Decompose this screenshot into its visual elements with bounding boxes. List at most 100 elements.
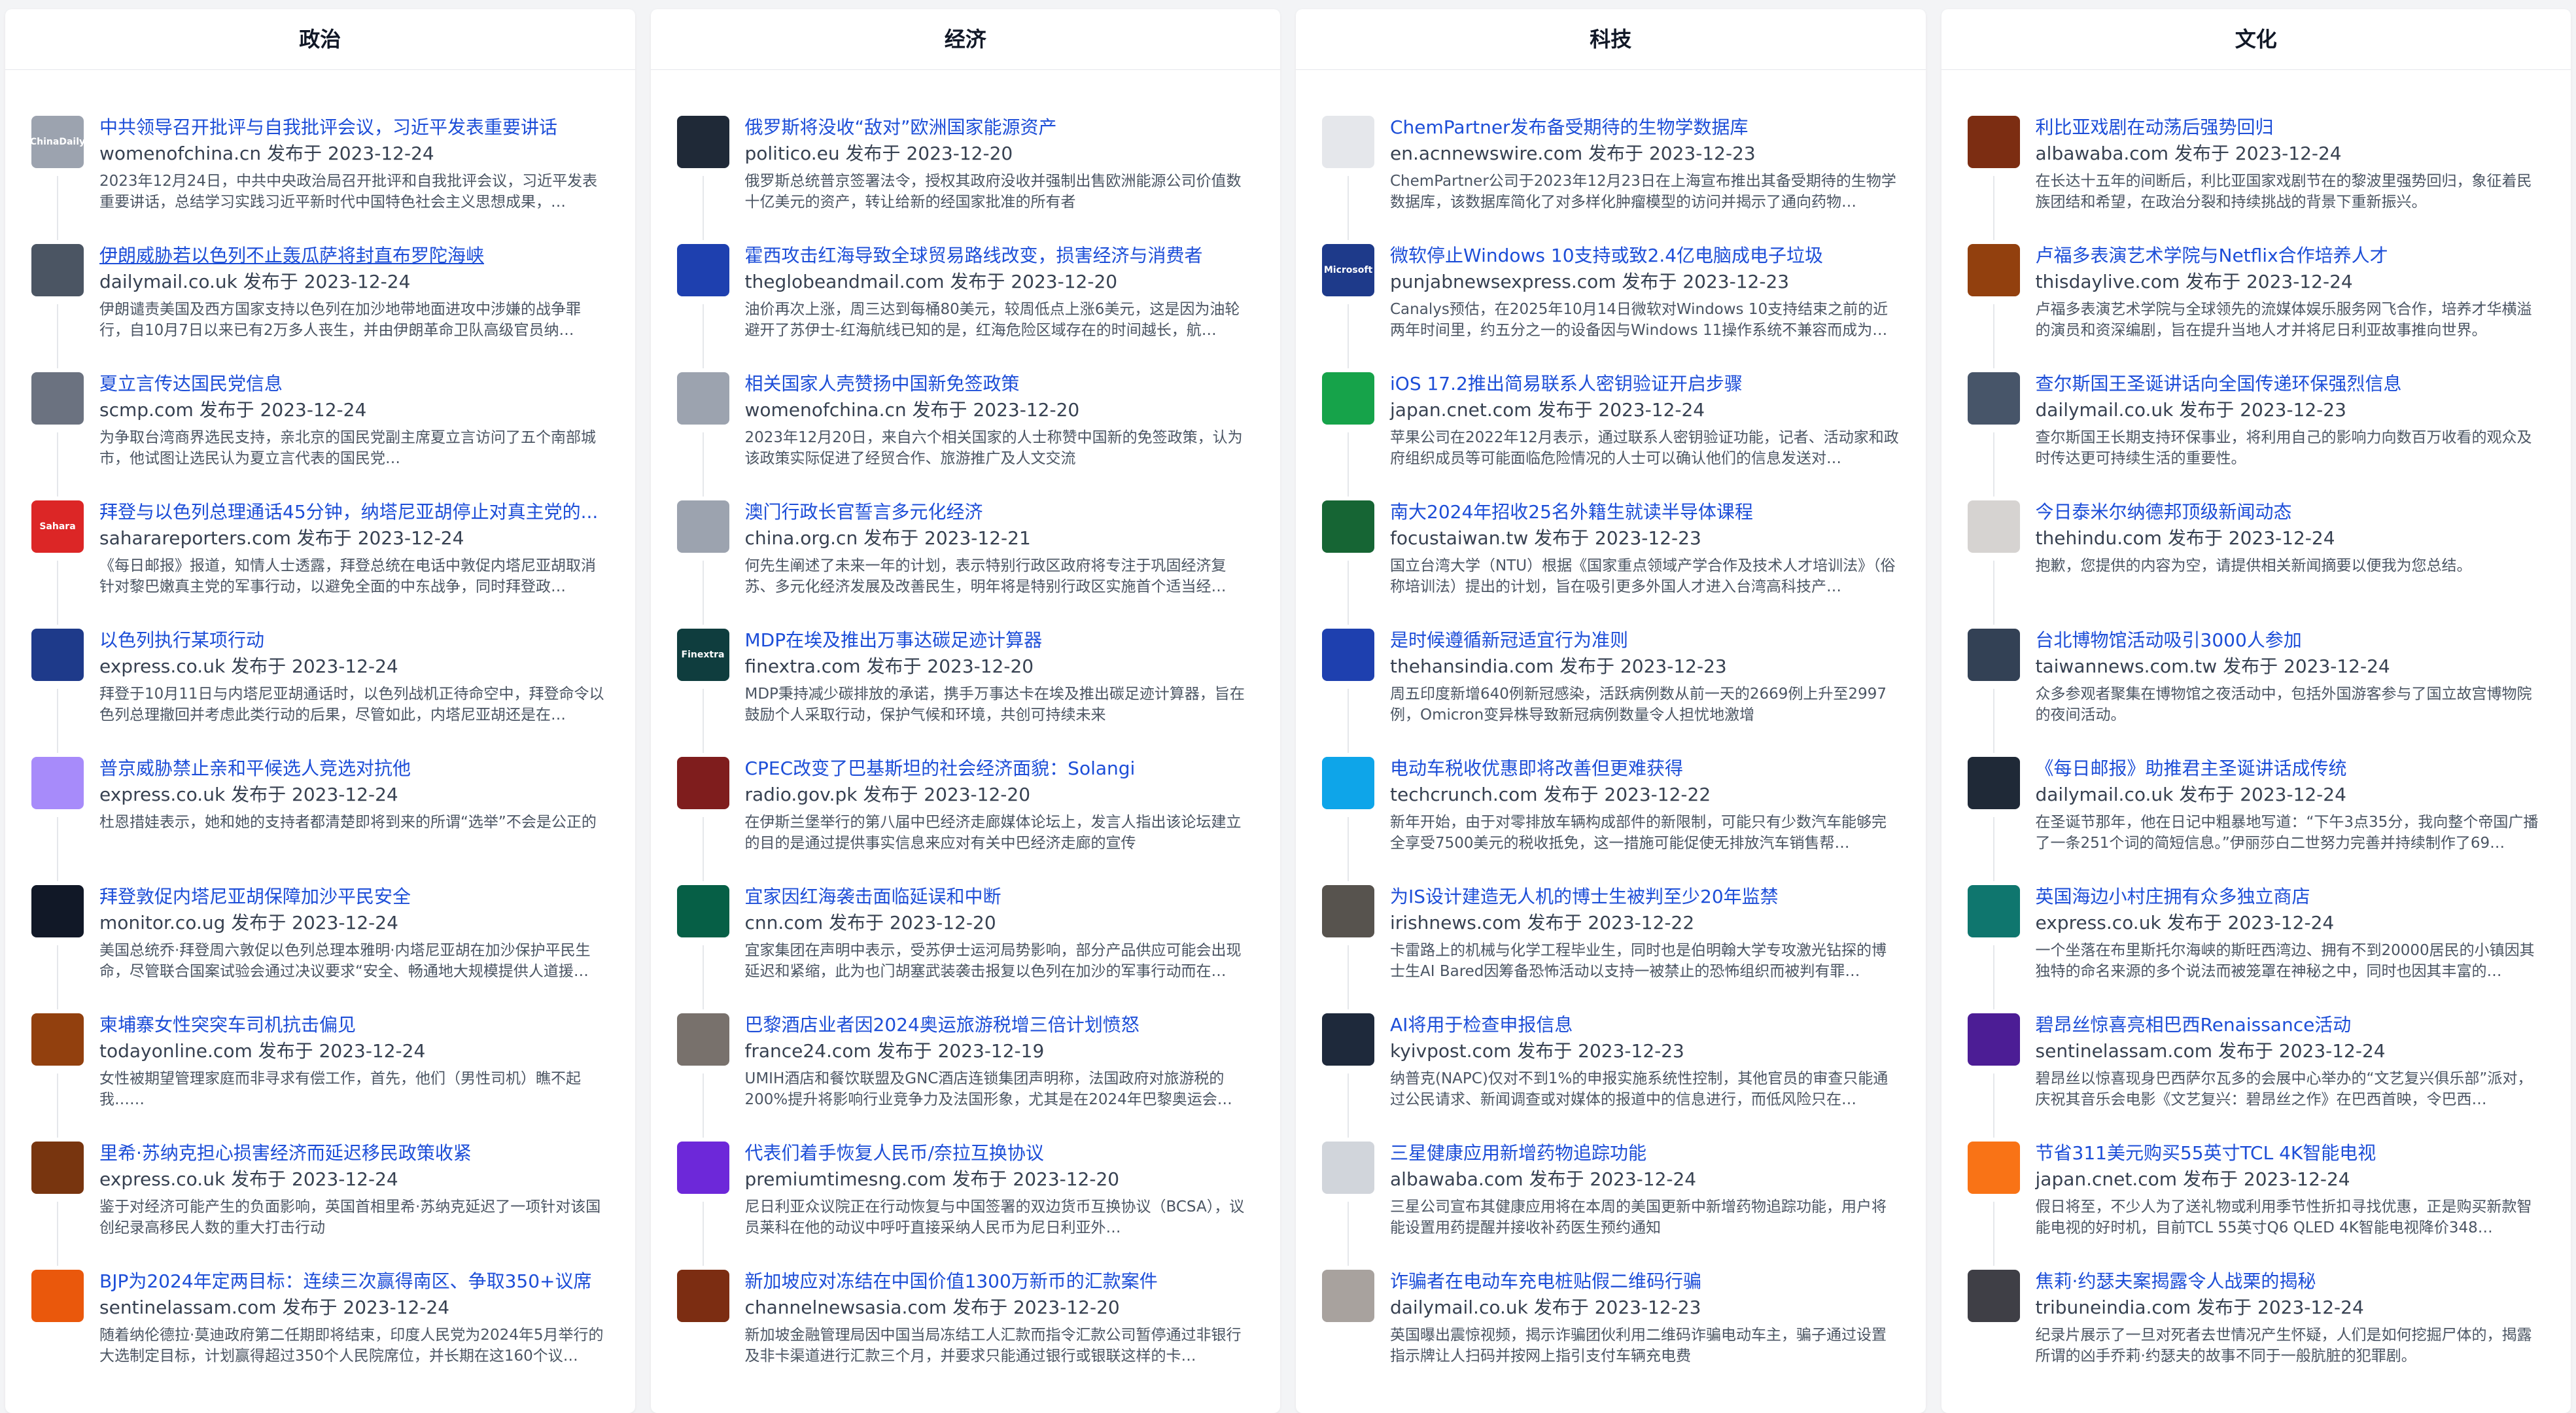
news-title-link[interactable]: AI将用于检查申报信息 xyxy=(1390,1013,1900,1037)
news-item: 里希·苏纳克担心损害经济而延迟移民政策收紧 express.co.uk 发布于 2… xyxy=(31,1142,609,1270)
published-prefix: 发布于 xyxy=(243,271,298,292)
news-date: 2023-12-21 xyxy=(924,527,1031,549)
news-title-link[interactable]: ChemPartner发布备受期待的生物学数据库 xyxy=(1390,116,1900,139)
news-title-link[interactable]: 代表们着手恢复人民币/奈拉互换协议 xyxy=(745,1142,1255,1165)
news-thumbnail[interactable] xyxy=(676,372,729,425)
news-thumbnail[interactable] xyxy=(1322,1270,1374,1322)
news-thumbnail[interactable] xyxy=(676,500,729,553)
thumbnail-wrap xyxy=(1967,757,2020,885)
news-title-link[interactable]: 拜登敦促内塔尼亚胡保障加沙平民安全 xyxy=(99,885,609,909)
news-title-link[interactable]: 节省311美元购买55英寸TCL 4K智能电视 xyxy=(2036,1142,2545,1165)
news-title-link[interactable]: 拜登与以色列总理通话45分钟，纳塔尼亚胡停止对真主党的... xyxy=(99,500,609,524)
news-title-link[interactable]: 里希·苏纳克担心损害经济而延迟移民政策收紧 xyxy=(99,1142,609,1165)
news-title-link[interactable]: 电动车税收优惠即将改善但更难获得 xyxy=(1390,757,1900,780)
news-thumbnail[interactable] xyxy=(31,1270,84,1322)
news-thumbnail[interactable] xyxy=(1322,757,1374,809)
news-title-link[interactable]: 南大2024年招收25名外籍生就读半导体课程 xyxy=(1390,500,1900,524)
news-title-link[interactable]: 宜家因红海袭击面临延误和中断 xyxy=(745,885,1255,909)
news-thumbnail[interactable] xyxy=(676,1142,729,1194)
news-title-link[interactable]: 《每日邮报》助推君主圣诞讲话成传统 xyxy=(2036,757,2545,780)
news-title-link[interactable]: 中共领导召开批评与自我批评会议，习近平发表重要讲话 xyxy=(99,116,609,139)
news-title-link[interactable]: 查尔斯国王圣诞讲话向全国传递环保强烈信息 xyxy=(2036,372,2545,396)
news-title-link[interactable]: MDP在埃及推出万事达碳足迹计算器 xyxy=(745,629,1255,652)
news-meta: monitor.co.ug 发布于 2023-12-24 xyxy=(99,910,609,936)
news-thumbnail[interactable]: ChinaDaily xyxy=(31,116,84,168)
news-summary: 在长达十五年的间断后，利比亚国家戏剧节在的黎波里强势回归，象征着民族团结和希望，… xyxy=(2035,173,2532,211)
news-title-link[interactable]: 俄罗斯将没收“敌对”欧洲国家能源资产 xyxy=(745,116,1255,139)
news-title-link[interactable]: 柬埔寨女性突突车司机抗击偏见 xyxy=(99,1013,609,1037)
news-title-link[interactable]: 台北博物馆活动吸引3000人参加 xyxy=(2036,629,2545,652)
news-title-link[interactable]: 诈骗者在电动车充电桩贴假二维码行骗 xyxy=(1390,1270,1900,1293)
news-title-link[interactable]: 焦莉·约瑟夫案揭露令人战栗的揭秘 xyxy=(2036,1270,2545,1293)
news-thumbnail[interactable]: Sahara xyxy=(31,500,84,553)
news-thumbnail[interactable] xyxy=(31,629,84,681)
news-thumbnail[interactable] xyxy=(1967,244,2020,296)
news-thumbnail[interactable] xyxy=(1967,885,2020,937)
news-date: 2023-12-20 xyxy=(924,784,1031,805)
news-thumbnail[interactable]: Finextra xyxy=(676,629,729,681)
news-thumbnail[interactable] xyxy=(31,757,84,809)
news-thumbnail[interactable]: Microsoft xyxy=(1322,244,1374,296)
news-thumbnail[interactable] xyxy=(1322,116,1374,168)
news-title-link[interactable]: CPEC改变了巴基斯坦的社会经济面貌：Solangi xyxy=(745,757,1255,780)
news-title-link[interactable]: 霍西攻击红海导致全球贸易路线改变，损害经济与消费者 xyxy=(745,244,1255,268)
news-title-link[interactable]: 利比亚戏剧在动荡后强势回归 xyxy=(2036,116,2545,139)
news-source: scmp.com xyxy=(99,399,194,421)
news-title-link[interactable]: 为IS设计建造无人机的博士生被判至少20年监禁 xyxy=(1390,885,1900,909)
news-thumbnail[interactable] xyxy=(1322,885,1374,937)
news-meta: finextra.com 发布于 2023-12-20 xyxy=(745,654,1255,680)
news-thumbnail[interactable] xyxy=(676,1013,729,1066)
news-thumbnail[interactable] xyxy=(1322,1142,1374,1194)
news-item: CPEC改变了巴基斯坦的社会经济面貌：Solangi radio.gov.pk 发… xyxy=(676,757,1255,885)
news-thumbnail[interactable] xyxy=(1967,1013,2020,1066)
news-title-link[interactable]: 巴黎酒店业者因2024奥运旅游税增三倍计划愤怒 xyxy=(745,1013,1255,1037)
news-thumbnail[interactable] xyxy=(1322,500,1374,553)
news-title-link[interactable]: 普京威胁禁止亲和平候选人竞选对抗他 xyxy=(99,757,609,780)
news-thumbnail[interactable] xyxy=(31,372,84,425)
news-thumbnail[interactable] xyxy=(1322,372,1374,425)
news-thumbnail[interactable] xyxy=(676,885,729,937)
news-source: womenofchina.cn xyxy=(744,399,907,421)
news-source: express.co.uk xyxy=(2035,912,2161,933)
news-thumbnail[interactable] xyxy=(676,1270,729,1322)
news-title-link[interactable]: 是时候遵循新冠适宜行为准则 xyxy=(1390,629,1900,652)
news-title-link[interactable]: 碧昂丝惊喜亮相巴西Renaissance活动 xyxy=(2036,1013,2545,1037)
news-title-link[interactable]: 英国海边小村庄拥有众多独立商店 xyxy=(2036,885,2545,909)
news-title-link[interactable]: iOS 17.2推出简易联系人密钥验证开启步骤 xyxy=(1390,372,1900,396)
news-thumbnail[interactable] xyxy=(676,244,729,296)
news-thumbnail[interactable] xyxy=(676,757,729,809)
news-thumbnail[interactable] xyxy=(31,1013,84,1066)
news-title-link[interactable]: 以色列执行某项行动 xyxy=(99,629,609,652)
news-thumbnail[interactable] xyxy=(1967,1142,2020,1194)
news-thumbnail[interactable] xyxy=(1967,757,2020,809)
news-title-link[interactable]: 伊朗威胁若以色列不止轰瓜萨将封直布罗陀海峡 xyxy=(99,244,609,268)
news-title-link[interactable]: 夏立言传达国民党信息 xyxy=(99,372,609,396)
news-thumbnail[interactable] xyxy=(1967,116,2020,168)
column-title: 文化 xyxy=(1941,9,2571,70)
news-thumbnail[interactable] xyxy=(1967,500,2020,553)
news-thumbnail[interactable] xyxy=(31,885,84,937)
thumbnail-wrap: ChinaDaily xyxy=(31,116,84,244)
news-title-link[interactable]: 澳门行政长官誓言多元化经济 xyxy=(745,500,1255,524)
news-summary: 卢福多表演艺术学院与全球领先的流媒体娱乐服务网飞合作，培养才华横溢的演员和资深编… xyxy=(2035,301,2532,339)
news-thumbnail[interactable] xyxy=(1967,372,2020,425)
news-thumbnail[interactable] xyxy=(31,1142,84,1194)
news-source: china.org.cn xyxy=(744,527,858,549)
news-thumbnail[interactable] xyxy=(31,244,84,296)
news-thumbnail[interactable] xyxy=(1322,629,1374,681)
news-title-link[interactable]: 相关国家人壳赞扬中国新免签政策 xyxy=(745,372,1255,396)
news-title-link[interactable]: 今日泰米尔纳德邦顶级新闻动态 xyxy=(2036,500,2545,524)
news-thumbnail[interactable] xyxy=(1322,1013,1374,1066)
thumbnail-wrap xyxy=(676,885,729,1013)
news-title-link[interactable]: 卢福多表演艺术学院与Netflix合作培养人才 xyxy=(2036,244,2545,268)
news-thumbnail[interactable] xyxy=(676,116,729,168)
news-thumbnail[interactable] xyxy=(1967,1270,2020,1322)
timeline-connector xyxy=(57,432,58,497)
news-title-link[interactable]: 新加坡应对冻结在中国价值1300万新币的汇款案件 xyxy=(745,1270,1255,1293)
news-thumbnail[interactable] xyxy=(1967,629,2020,681)
news-title-link[interactable]: 微软停止Windows 10支持或致2.4亿电脑成电子垃圾 xyxy=(1390,244,1900,268)
news-item: 查尔斯国王圣诞讲话向全国传递环保强烈信息 dailymail.co.uk 发布于 … xyxy=(1967,372,2545,500)
news-summary: 三星公司宣布其健康应用将在本周的美国更新中新增药物追踪功能，用户将能设置用药提醒… xyxy=(1390,1198,1887,1236)
news-title-link[interactable]: BJP为2024年定两目标：连续三次赢得南区、争取350+议席 xyxy=(99,1270,609,1293)
news-title-link[interactable]: 三星健康应用新增药物追踪功能 xyxy=(1390,1142,1900,1165)
